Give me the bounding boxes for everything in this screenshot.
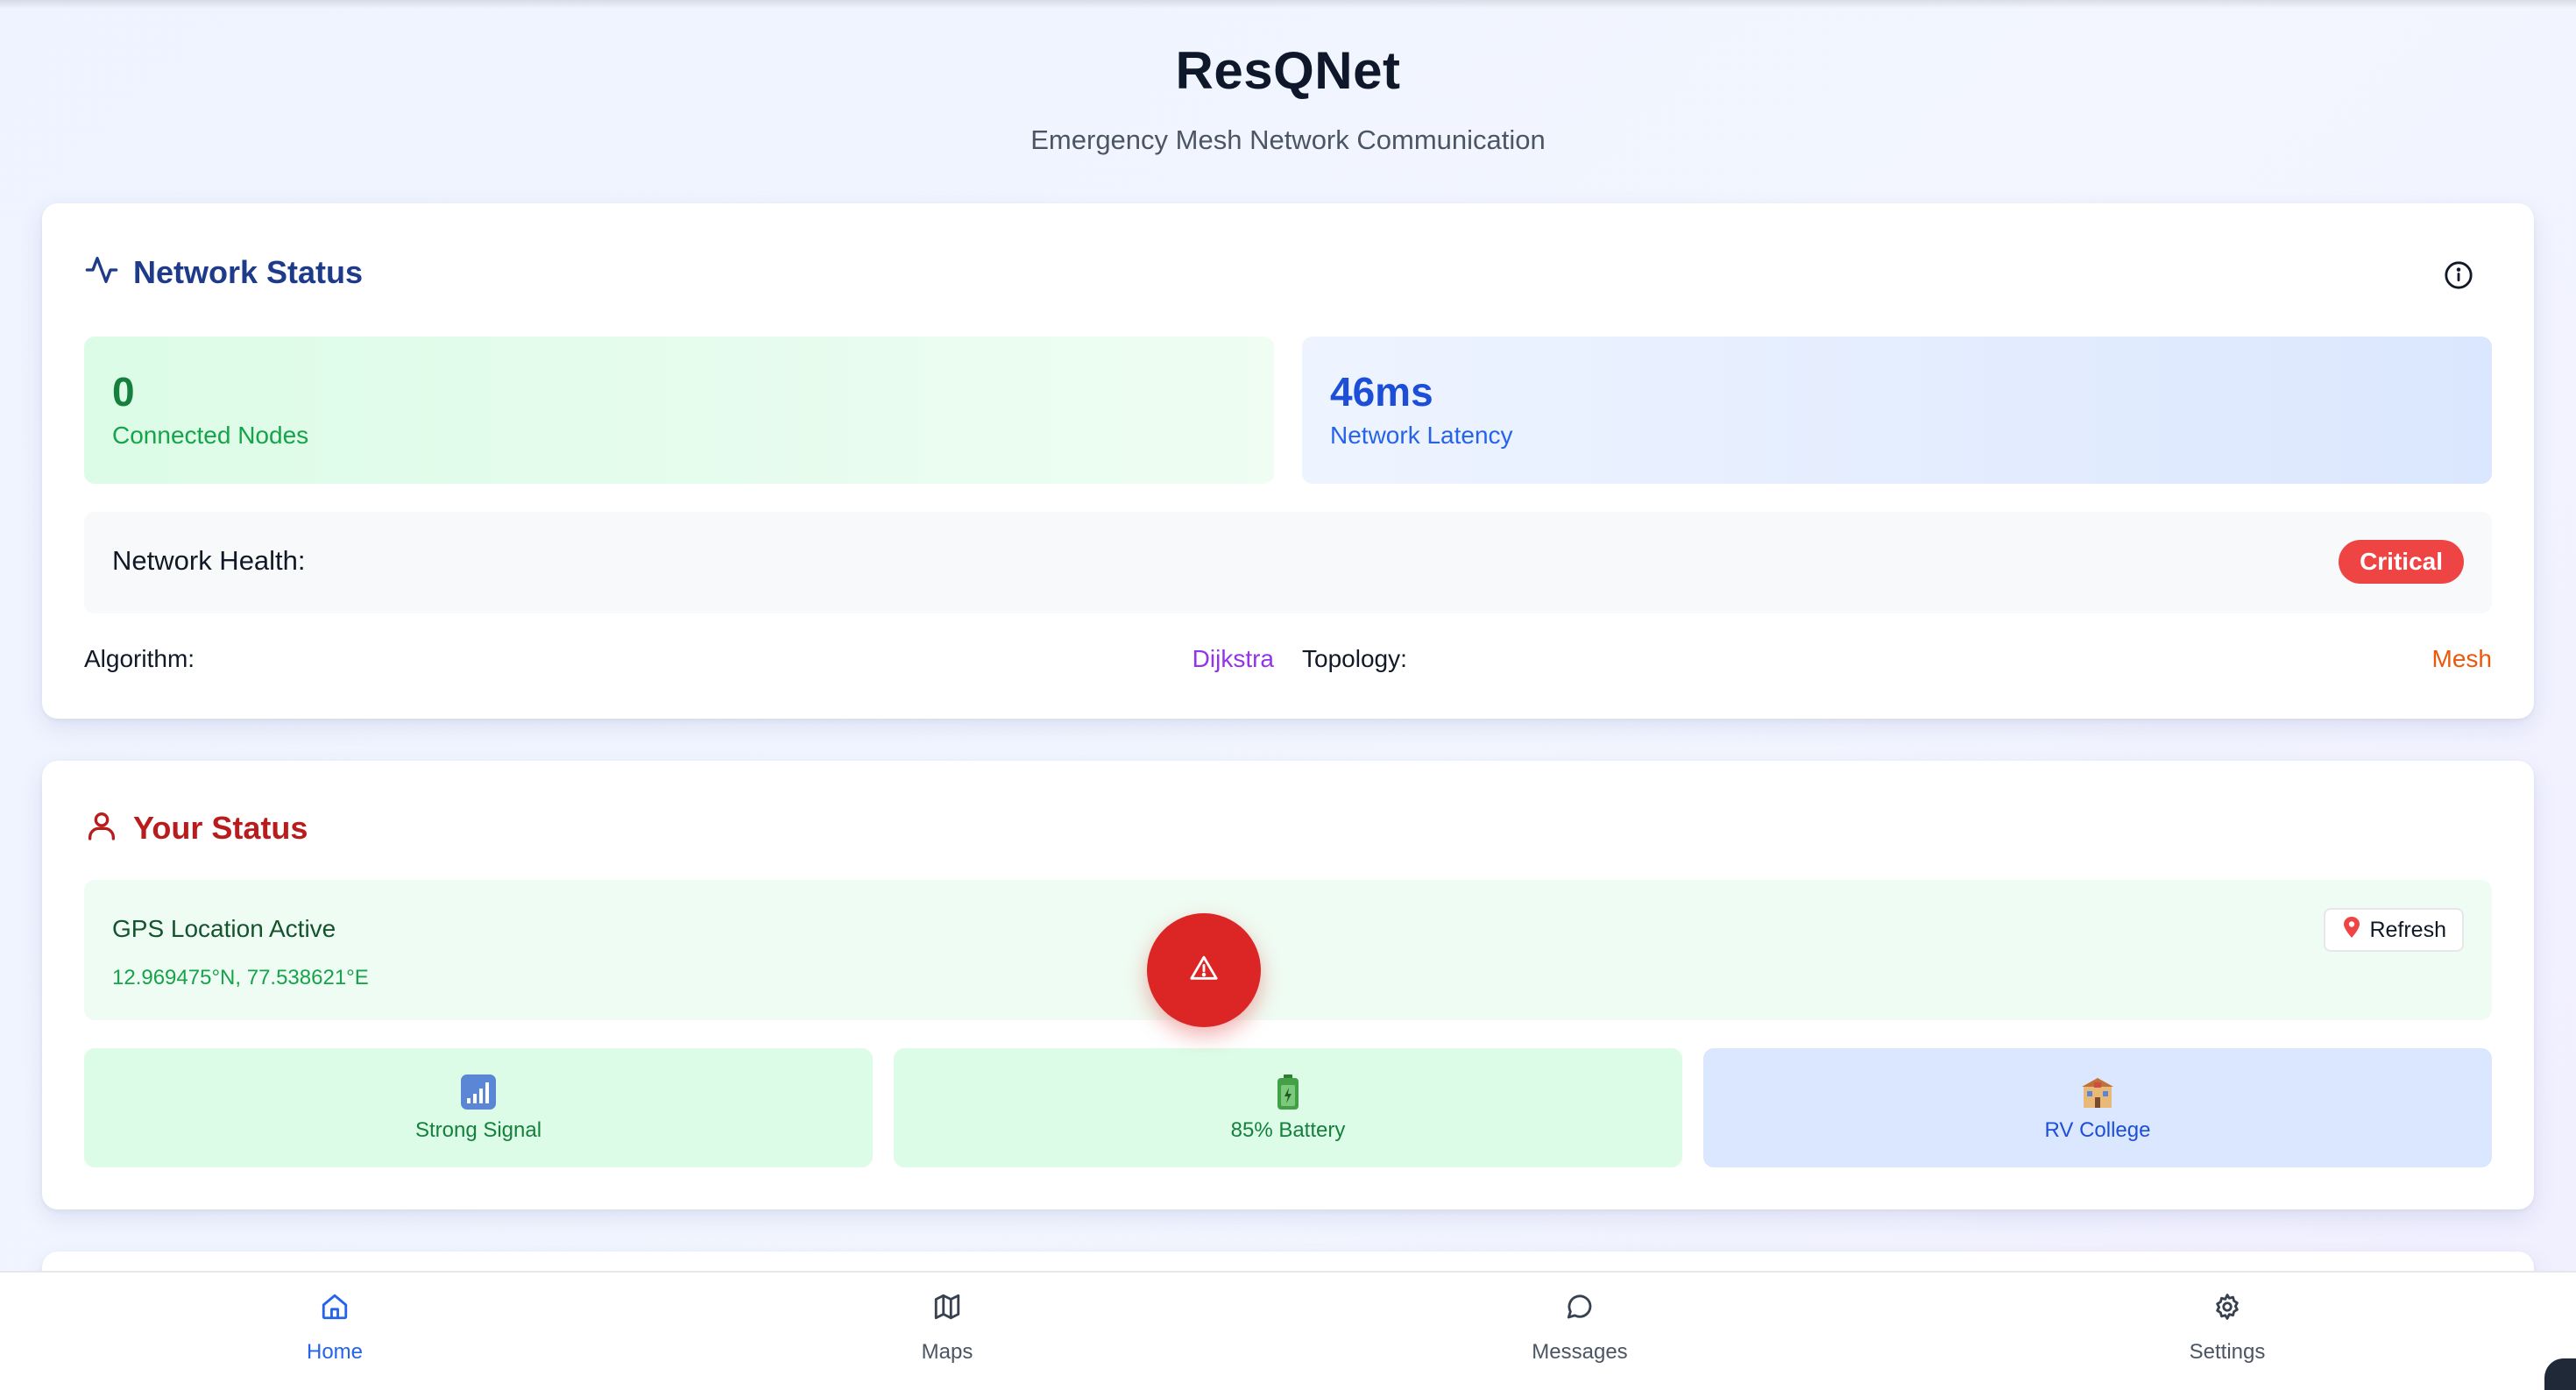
app-title: ResQNet (1175, 41, 1401, 100)
message-icon (1565, 1292, 1595, 1326)
connected-nodes-label: Connected Nodes (112, 422, 309, 450)
app-subtitle: Emergency Mesh Network Communication (1030, 124, 1546, 155)
network-status-title: Network Status (133, 253, 364, 290)
pin-icon (2341, 916, 2362, 945)
network-latency-value: 46ms (1330, 369, 1433, 415)
network-latency-stat: 46ms Network Latency (1302, 337, 2492, 484)
topology-label: Topology: (1302, 645, 1407, 672)
sos-button[interactable] (1147, 913, 1261, 1027)
signal-icon (460, 1073, 497, 1111)
top-shadow (0, 0, 2576, 9)
battery-icon (1276, 1073, 1300, 1111)
school-icon (2078, 1073, 2117, 1111)
gear-icon (2212, 1292, 2242, 1326)
nav-messages-label: Messages (1532, 1340, 1628, 1364)
your-status-header: Your Status (84, 808, 308, 847)
signal-status-label: Strong Signal (414, 1118, 542, 1142)
activity-icon (84, 252, 119, 292)
nav-home[interactable]: Home (230, 1292, 440, 1379)
network-health-row: Network Health: Critical (84, 512, 2492, 613)
signal-status-tile: Strong Signal (84, 1048, 873, 1167)
bottom-nav: Home Maps Messages Settings (0, 1271, 2576, 1390)
location-name-tile: RV College (1703, 1048, 2492, 1167)
map-icon (932, 1292, 962, 1326)
gps-status-title: GPS Location Active (112, 915, 336, 942)
battery-status-tile: 85% Battery (894, 1048, 1682, 1167)
network-latency-label: Network Latency (1330, 422, 1513, 450)
gps-location-panel: GPS Location Active 12.969475°N, 77.5386… (84, 880, 2492, 1020)
gps-coordinates: 12.969475°N, 77.538621°E (112, 966, 369, 989)
your-status-card: Your Status GPS Location Active 12.96947… (42, 761, 2534, 1209)
nav-maps[interactable]: Maps (842, 1292, 1052, 1379)
user-icon (84, 808, 119, 847)
home-icon (320, 1292, 350, 1326)
warning-icon (1189, 954, 1219, 988)
topology-value: Mesh (2431, 645, 2492, 672)
nav-settings-label: Settings (2189, 1340, 2266, 1364)
network-status-header: Network Status (84, 252, 363, 292)
network-status-card: Network Status 0 Connected Nodes 46ms Ne… (42, 203, 2534, 719)
nav-maps-label: Maps (921, 1340, 973, 1364)
status-badge: Critical (2339, 540, 2464, 584)
connected-nodes-stat: 0 Connected Nodes (84, 337, 1274, 484)
nav-settings[interactable]: Settings (2122, 1292, 2332, 1379)
your-status-title: Your Status (133, 809, 308, 846)
refresh-location-button[interactable]: Refresh (2324, 908, 2464, 952)
refresh-label: Refresh (2369, 917, 2446, 942)
info-icon (2444, 260, 2473, 294)
location-name-label: RV College (2044, 1118, 2151, 1142)
algorithm-label: Algorithm: (84, 645, 195, 672)
battery-status-label: 85% Battery (1230, 1118, 1346, 1142)
connected-nodes-value: 0 (112, 369, 135, 415)
network-health-label: Network Health: (112, 545, 306, 576)
info-button[interactable] (2441, 259, 2476, 294)
algorithm-value: Dijkstra (1192, 645, 1274, 672)
nav-home-label: Home (306, 1340, 364, 1364)
nav-messages[interactable]: Messages (1475, 1292, 1685, 1379)
